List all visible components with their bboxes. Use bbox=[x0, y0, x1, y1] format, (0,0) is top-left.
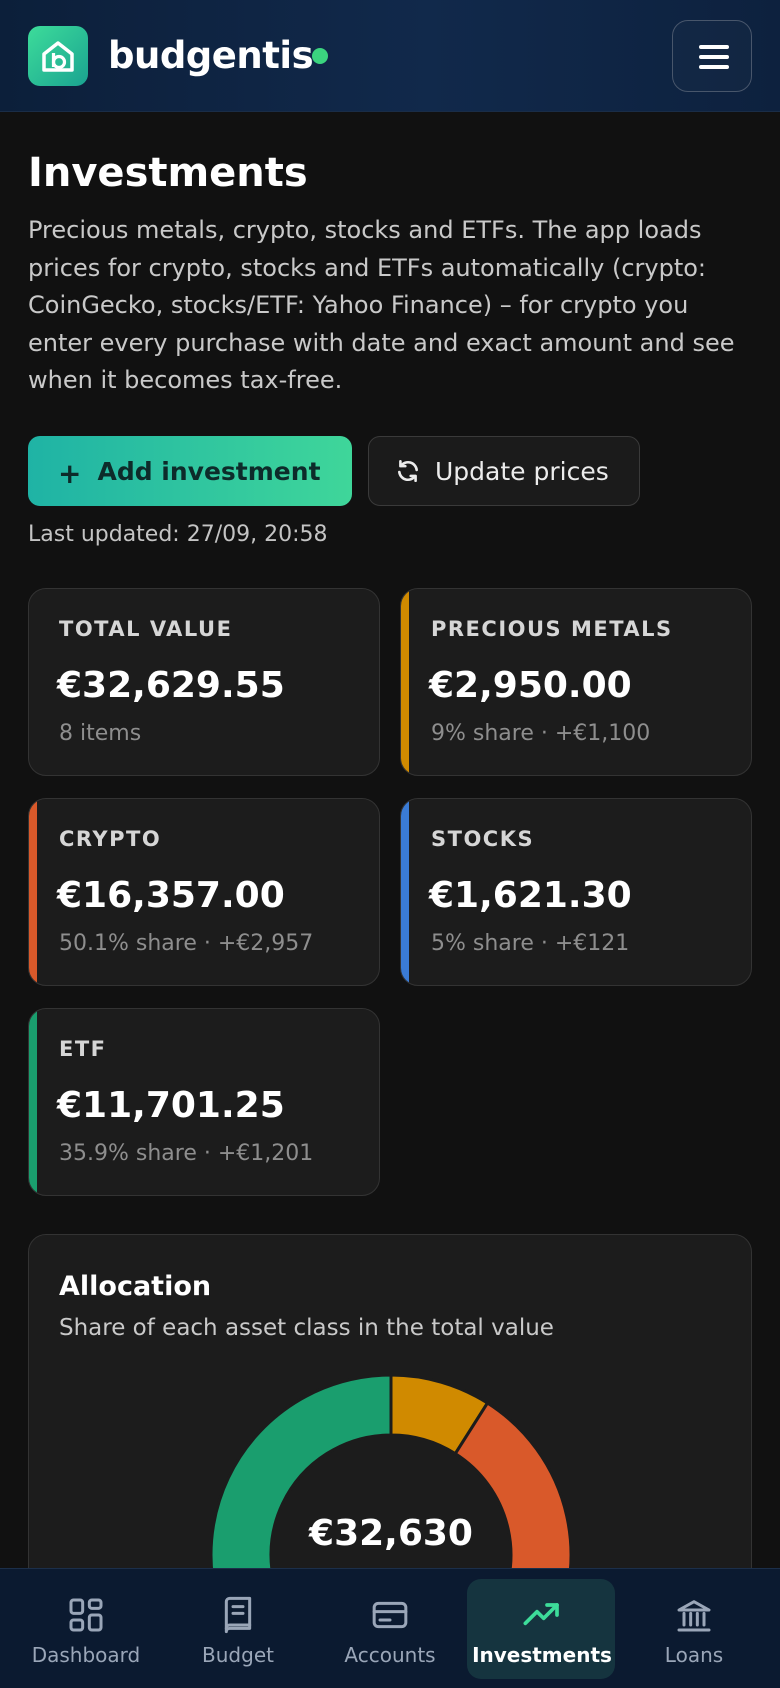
card-label: TOTAL VALUE bbox=[59, 617, 233, 641]
brand-name: budgentis bbox=[108, 34, 314, 77]
card-value: €11,701.25 bbox=[57, 1085, 285, 1126]
add-investment-button[interactable]: + Add investment bbox=[28, 436, 352, 506]
dashboard-icon bbox=[69, 1598, 103, 1632]
menu-button[interactable] bbox=[672, 20, 752, 92]
card-value: €32,629.55 bbox=[57, 665, 285, 706]
hamburger-icon-line bbox=[699, 55, 729, 59]
card-sub: 8 items bbox=[59, 721, 142, 746]
nav-label: Loans bbox=[664, 1643, 724, 1667]
hamburger-icon-line bbox=[699, 65, 729, 69]
nav-item-dashboard[interactable]: Dashboard bbox=[11, 1569, 161, 1688]
update-prices-label: Update prices bbox=[435, 456, 609, 486]
card-value: €2,950.00 bbox=[429, 665, 632, 706]
nav-label: Investments bbox=[472, 1643, 612, 1667]
nav-item-investments[interactable]: Investments bbox=[467, 1569, 617, 1688]
card-accent bbox=[29, 1009, 37, 1195]
card-value: €16,357.00 bbox=[57, 875, 285, 916]
card-label: CRYPTO bbox=[59, 827, 162, 851]
card-precious-metals[interactable]: PRECIOUS METALS €2,950.00 9% share · +€1… bbox=[400, 588, 752, 776]
book-icon bbox=[224, 1596, 252, 1634]
trending-up-icon bbox=[523, 1603, 559, 1626]
nav-item-budget[interactable]: Budget bbox=[163, 1569, 313, 1688]
status-indicator bbox=[312, 48, 328, 64]
card-sub: 50.1% share · +€2,957 bbox=[59, 931, 314, 956]
card-accent bbox=[401, 589, 409, 775]
card-accent bbox=[29, 799, 37, 985]
card-value: €1,621.30 bbox=[429, 875, 632, 916]
card-accent bbox=[401, 799, 409, 985]
card-label: PRECIOUS METALS bbox=[431, 617, 673, 641]
card-etf[interactable]: ETF €11,701.25 35.9% share · +€1,201 bbox=[28, 1008, 380, 1196]
card-sub: 5% share · +€121 bbox=[431, 931, 630, 956]
nav-label: Dashboard bbox=[31, 1643, 141, 1667]
card-stocks[interactable]: STOCKS €1,621.30 5% share · +€121 bbox=[400, 798, 752, 986]
bottom-nav: Dashboard Budget Accounts Investments Lo… bbox=[0, 1568, 780, 1688]
nav-label: Budget bbox=[202, 1643, 274, 1667]
card-total-value: TOTAL VALUE €32,629.55 8 items bbox=[28, 588, 380, 776]
card-sub: 35.9% share · +€1,201 bbox=[59, 1141, 314, 1166]
nav-item-loans[interactable]: Loans bbox=[619, 1569, 769, 1688]
donut-center-value: €32,630 bbox=[308, 1513, 473, 1554]
hamburger-icon bbox=[699, 45, 729, 49]
bank-icon bbox=[677, 1600, 711, 1632]
nav-item-accounts[interactable]: Accounts bbox=[315, 1569, 465, 1688]
update-prices-button[interactable]: Update prices bbox=[368, 436, 640, 506]
app-header: budgentis bbox=[0, 0, 780, 112]
add-investment-label: Add investment bbox=[97, 456, 321, 486]
nav-label: Accounts bbox=[344, 1643, 436, 1667]
plus-icon: + bbox=[58, 456, 82, 490]
card-label: ETF bbox=[59, 1037, 107, 1061]
card-crypto[interactable]: CRYPTO €16,357.00 50.1% share · +€2,957 bbox=[28, 798, 380, 986]
card-label: STOCKS bbox=[431, 827, 535, 851]
logo-icon[interactable] bbox=[28, 26, 88, 86]
last-updated-text: Last updated: 27/09, 20:58 bbox=[28, 522, 328, 547]
card-icon bbox=[372, 1601, 408, 1629]
page-description: Precious metals, crypto, stocks and ETFs… bbox=[28, 216, 735, 394]
refresh-icon bbox=[398, 459, 418, 483]
page-title: Investments bbox=[28, 150, 308, 196]
card-sub: 9% share · +€1,100 bbox=[431, 721, 651, 746]
